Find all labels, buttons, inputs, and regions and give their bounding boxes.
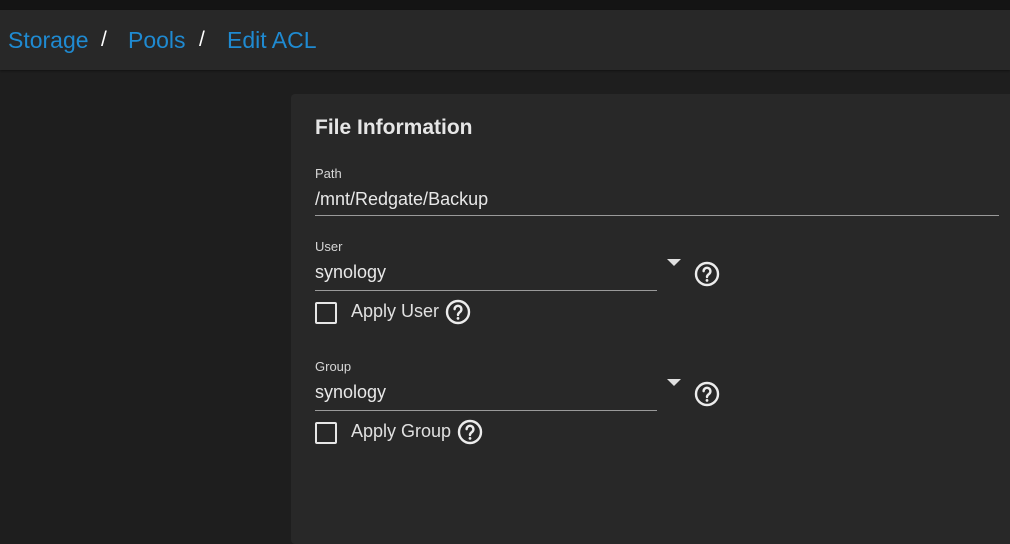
breadcrumb: Storage / Pools / Edit ACL bbox=[0, 10, 1010, 70]
help-circle-icon[interactable] bbox=[445, 299, 471, 325]
user-label: User bbox=[315, 239, 343, 254]
path-underline bbox=[315, 215, 999, 216]
path-field[interactable] bbox=[315, 189, 995, 210]
path-label: Path bbox=[315, 166, 342, 181]
breadcrumb-separator: / bbox=[101, 28, 107, 51]
breadcrumb-separator: / bbox=[199, 28, 205, 51]
apply-group-label[interactable]: Apply Group bbox=[351, 421, 451, 442]
help-circle-icon[interactable] bbox=[694, 381, 720, 407]
breadcrumb-edit-acl: Edit ACL bbox=[227, 27, 317, 53]
help-circle-icon[interactable] bbox=[694, 261, 720, 287]
breadcrumb-storage[interactable]: Storage bbox=[8, 27, 89, 53]
user-select[interactable]: synology bbox=[315, 262, 645, 283]
group-underline bbox=[315, 410, 657, 411]
group-select[interactable]: synology bbox=[315, 382, 645, 403]
apply-user-label[interactable]: Apply User bbox=[351, 301, 439, 322]
user-underline bbox=[315, 290, 657, 291]
apply-user-checkbox[interactable] bbox=[315, 302, 337, 324]
chevron-down-icon[interactable] bbox=[667, 259, 681, 266]
apply-group-checkbox[interactable] bbox=[315, 422, 337, 444]
breadcrumb-pools[interactable]: Pools bbox=[128, 27, 186, 53]
help-circle-icon[interactable] bbox=[457, 419, 483, 445]
chevron-down-icon[interactable] bbox=[667, 379, 681, 386]
group-label: Group bbox=[315, 359, 352, 374]
file-information-card: File Information Path User synology Appl… bbox=[291, 94, 1010, 544]
top-bar bbox=[0, 0, 1010, 10]
card-title: File Information bbox=[315, 116, 473, 139]
